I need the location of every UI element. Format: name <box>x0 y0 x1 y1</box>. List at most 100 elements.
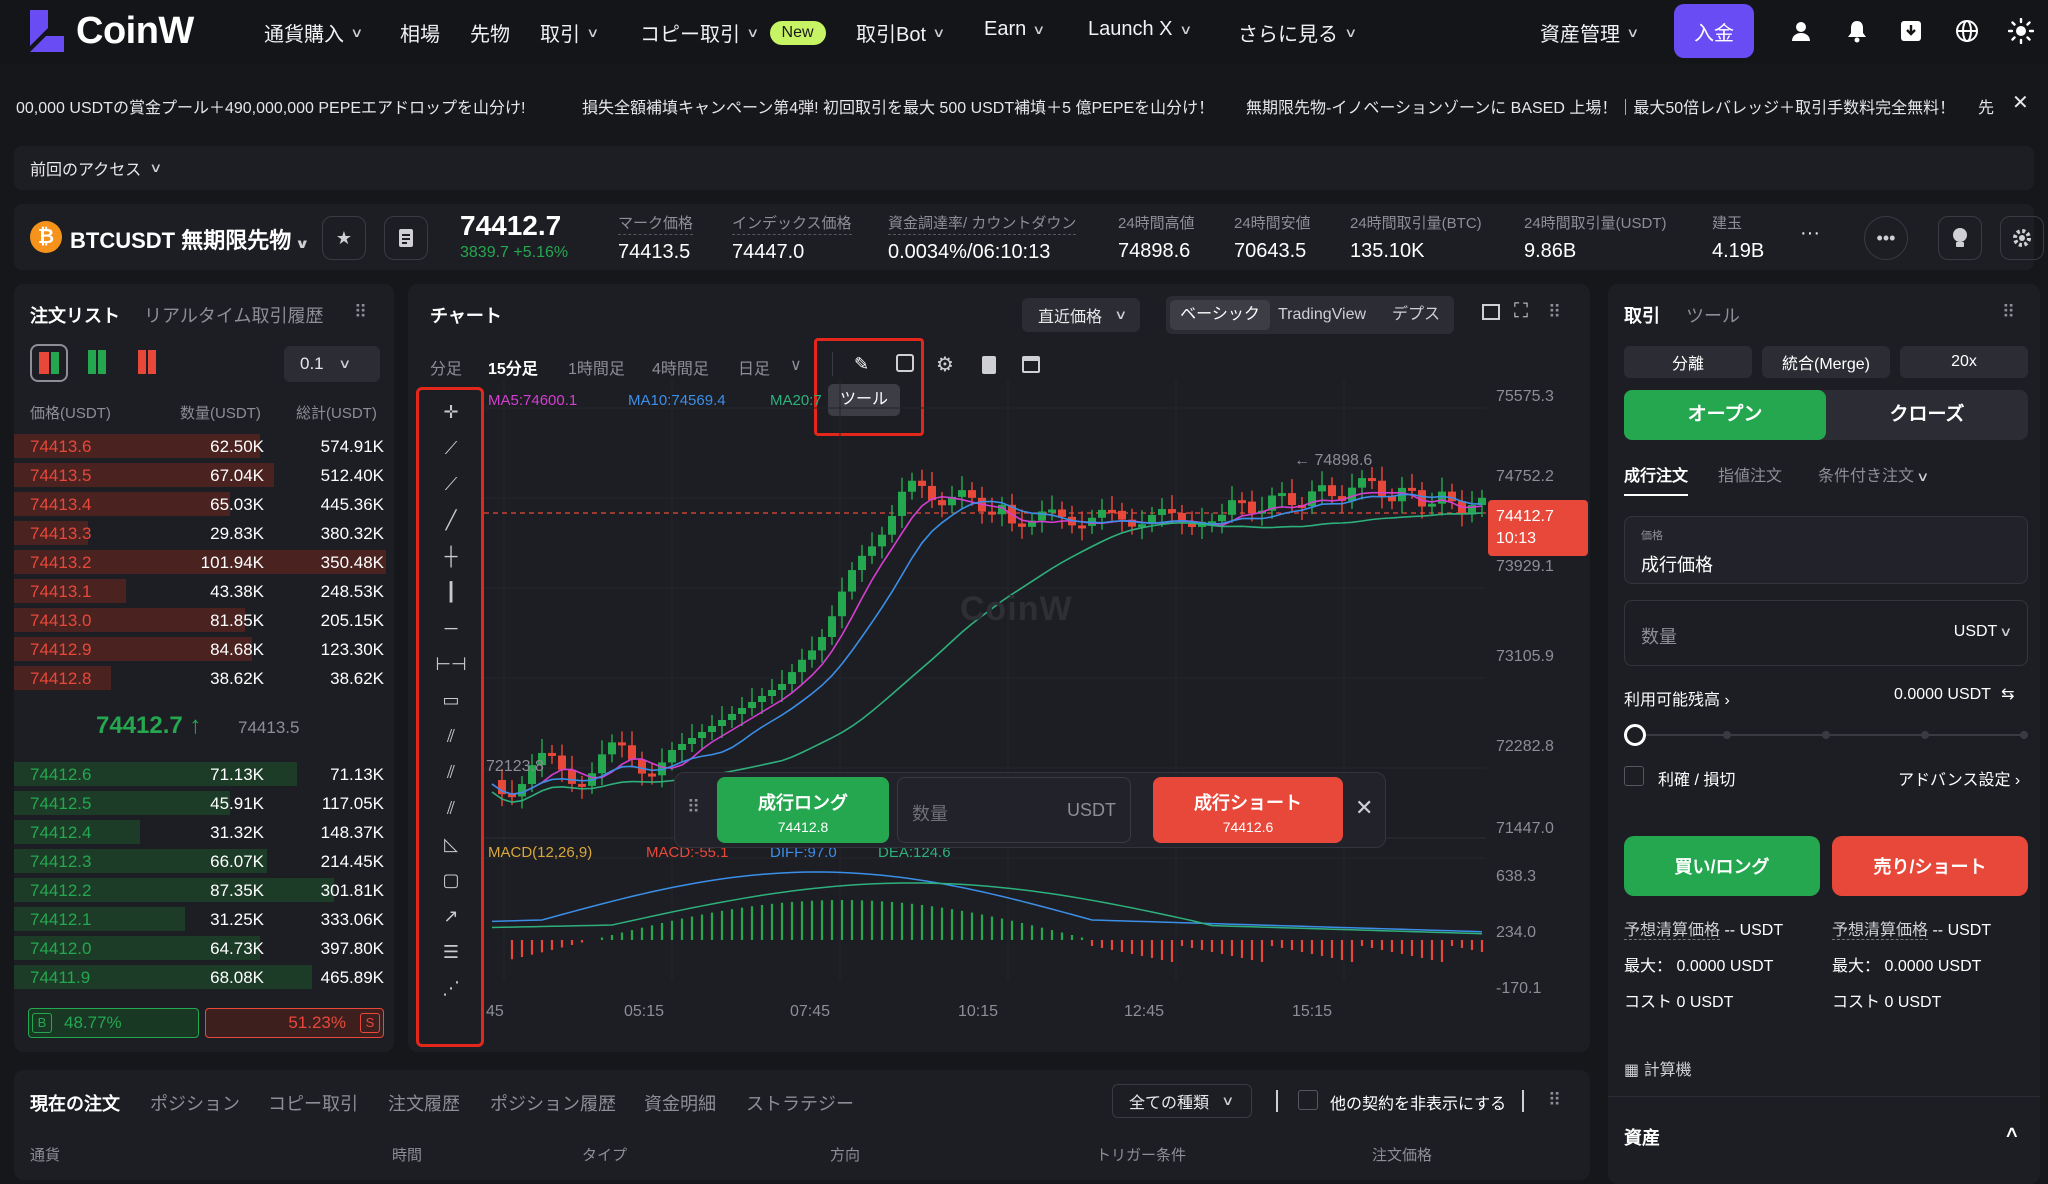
view-basic[interactable]: ベーシック <box>1170 300 1270 330</box>
bid-row[interactable]: 74412.6 71.13K 71.13K <box>14 760 386 788</box>
order-type-conditional[interactable]: 条件付き注文 ∨ <box>1818 462 1930 486</box>
ticker-item[interactable]: 00,000 USDTの賞金プール＋490,000,000 PEPEエアドロップ… <box>16 94 526 118</box>
slider-step[interactable] <box>2020 731 2028 739</box>
document-icon[interactable] <box>982 356 996 374</box>
vertical-line-icon[interactable]: ┃ <box>437 578 465 606</box>
slider-step[interactable] <box>1723 731 1731 739</box>
open-tab[interactable]: オープン <box>1624 390 1826 440</box>
globe-icon[interactable] <box>1952 16 1982 46</box>
horizontal-line-icon[interactable]: ─ <box>437 614 465 642</box>
orderbook-view-asks[interactable] <box>132 348 162 378</box>
nav-copy-trade[interactable]: コピー取引 ∨ New <box>640 18 826 47</box>
view-depth[interactable]: デプス <box>1392 300 1440 330</box>
nav-buy-crypto[interactable]: 通貨購入 ∨ <box>264 18 363 47</box>
drag-handle-icon[interactable]: ⠿ <box>354 302 368 323</box>
ask-row[interactable]: 74412.9 84.68K 123.30K <box>14 635 386 663</box>
tab-copy-trades[interactable]: コピー取引 <box>268 1090 358 1116</box>
precision-select[interactable]: 0.1 ∨ <box>284 346 380 382</box>
buy-long-button[interactable]: 買い/ロング <box>1624 836 1820 896</box>
nav-asset-management[interactable]: 資産管理 ∨ <box>1540 18 1639 47</box>
quick-qty-input[interactable]: 数量 USDT <box>897 777 1131 843</box>
tab-order-history[interactable]: 注文履歴 <box>388 1090 460 1116</box>
orderbook-view-both[interactable] <box>30 344 68 382</box>
parallel-channel-icon[interactable]: ⫽ <box>437 722 465 750</box>
tips-button[interactable] <box>1938 216 1982 260</box>
close-icon[interactable]: ✕ <box>2012 90 2029 115</box>
fullscreen-icon[interactable]: ⛶ <box>1514 300 1528 323</box>
extended-line-icon[interactable]: ╱ <box>437 506 465 534</box>
percentage-slider-thumb[interactable] <box>1624 724 1646 746</box>
bid-row[interactable]: 74412.5 45.91K 117.05K <box>14 789 386 817</box>
tab-position-history[interactable]: ポジション履歴 <box>490 1090 616 1116</box>
available-balance-label[interactable]: 利用可能残高 › <box>1624 686 1730 710</box>
drag-handle-icon[interactable]: ⠿ <box>1548 302 1562 323</box>
order-type-market[interactable]: 成行注文 <box>1624 462 1689 496</box>
ray-icon[interactable]: ⟋ <box>437 470 465 498</box>
tp-sl-checkbox[interactable] <box>1624 766 1644 786</box>
candlestick-chart[interactable] <box>484 380 1490 1000</box>
drag-handle-icon[interactable]: ⠿ <box>2002 302 2016 323</box>
price-type-select[interactable]: 直近価格 ∨ <box>1022 298 1140 332</box>
view-tradingview[interactable]: TradingView <box>1278 300 1366 330</box>
ask-row[interactable]: 74413.6 62.50K 574.91K <box>14 432 386 460</box>
settings-button[interactable] <box>2000 216 2044 260</box>
price-range-icon[interactable]: ⊢⊣ <box>435 650 466 678</box>
market-short-button[interactable]: 成行ショート 74412.6 <box>1153 777 1343 843</box>
calendar-icon[interactable] <box>1022 356 1040 373</box>
ask-row[interactable]: 74412.8 38.62K 38.62K <box>14 664 386 692</box>
tab-tools[interactable]: ツール <box>1686 302 1740 328</box>
margin-cross[interactable]: 統合(Merge) <box>1762 346 1890 378</box>
tf-4h[interactable]: 4時間足 <box>652 355 709 379</box>
tf-minute[interactable]: 分足 <box>430 355 462 379</box>
fib-channel-icon[interactable]: ⫽ <box>437 794 465 822</box>
hide-other-checkbox[interactable] <box>1298 1090 1318 1110</box>
tab-trade-history[interactable]: リアルタイム取引履歴 <box>144 302 323 328</box>
deposit-button[interactable]: 入金 <box>1674 4 1754 58</box>
qty-unit-select[interactable]: USDT ∨ <box>1954 623 2013 641</box>
more-stats-button[interactable]: ··· <box>1800 222 1820 245</box>
window-icon[interactable] <box>1482 304 1500 320</box>
nav-trade[interactable]: 取引 ∨ <box>540 18 599 47</box>
gann-fan-icon[interactable]: ⋰ <box>437 974 465 1002</box>
favorite-star-button[interactable]: ★ <box>322 216 366 260</box>
gear-icon[interactable]: ⚙ <box>936 352 954 377</box>
more-options-button[interactable]: ••• <box>1864 216 1908 260</box>
drag-handle-icon[interactable]: ⠿ <box>687 797 700 818</box>
bid-row[interactable]: 74412.1 31.25K 333.06K <box>14 905 386 933</box>
order-type-filter[interactable]: 全ての種類 ∨ <box>1112 1084 1252 1118</box>
triangle-icon[interactable]: ◺ <box>437 830 465 858</box>
horizontal-ray-icon[interactable]: ┼ <box>437 542 465 570</box>
ask-row[interactable]: 74413.3 29.83K 380.32K <box>14 519 386 547</box>
close-icon[interactable]: ✕ <box>1355 795 1373 821</box>
bid-row[interactable]: 74412.3 66.07K 214.45K <box>14 847 386 875</box>
slider-step[interactable] <box>1921 731 1929 739</box>
ticker-item[interactable]: 先 <box>1978 94 1994 118</box>
tab-positions[interactable]: ポジション <box>150 1090 240 1116</box>
drag-handle-icon[interactable]: ⠿ <box>1548 1090 1562 1111</box>
tf-1d[interactable]: 日足 <box>738 355 770 379</box>
bid-row[interactable]: 74412.0 64.73K 397.80K <box>14 934 386 962</box>
nav-trading-bot[interactable]: 取引Bot ∨ <box>856 18 945 47</box>
ticker-item[interactable]: 損失全額補填キャンペーン第4弾! 初回取引を最大 500 USDT補填＋5 億P… <box>582 94 1214 118</box>
coinw-logo[interactable]: CoinW <box>26 8 194 54</box>
recent-access-bar[interactable]: 前回のアクセス ∨ <box>14 146 2034 190</box>
sun-icon[interactable] <box>2006 16 2036 46</box>
chevron-down-icon[interactable]: ∨ <box>790 355 802 375</box>
order-type-limit[interactable]: 指値注文 <box>1718 462 1782 486</box>
slider-step[interactable] <box>1822 731 1830 739</box>
orderbook-view-bids[interactable] <box>82 348 112 378</box>
user-icon[interactable] <box>1786 16 1816 46</box>
tab-strategy[interactable]: ストラテジー <box>746 1090 854 1116</box>
nav-more[interactable]: さらに見る ∨ <box>1238 18 1357 47</box>
ask-row[interactable]: 74413.0 81.85K 205.15K <box>14 606 386 634</box>
ask-row[interactable]: 74413.4 65.03K 445.36K <box>14 490 386 518</box>
quantity-field[interactable]: 数量 USDT ∨ <box>1624 600 2028 666</box>
nav-markets[interactable]: 相場 <box>400 18 440 47</box>
price-label-icon[interactable]: ▭ <box>437 686 465 714</box>
orderbook-title[interactable]: 注文リスト <box>30 302 120 328</box>
contract-info-button[interactable] <box>384 216 428 260</box>
ask-row[interactable]: 74413.5 67.04K 512.40K <box>14 461 386 489</box>
advanced-settings-link[interactable]: アドバンス設定 › <box>1898 766 2020 790</box>
market-long-button[interactable]: 成行ロング 74412.8 <box>717 777 889 843</box>
leverage-select[interactable]: 20x <box>1900 346 2028 378</box>
